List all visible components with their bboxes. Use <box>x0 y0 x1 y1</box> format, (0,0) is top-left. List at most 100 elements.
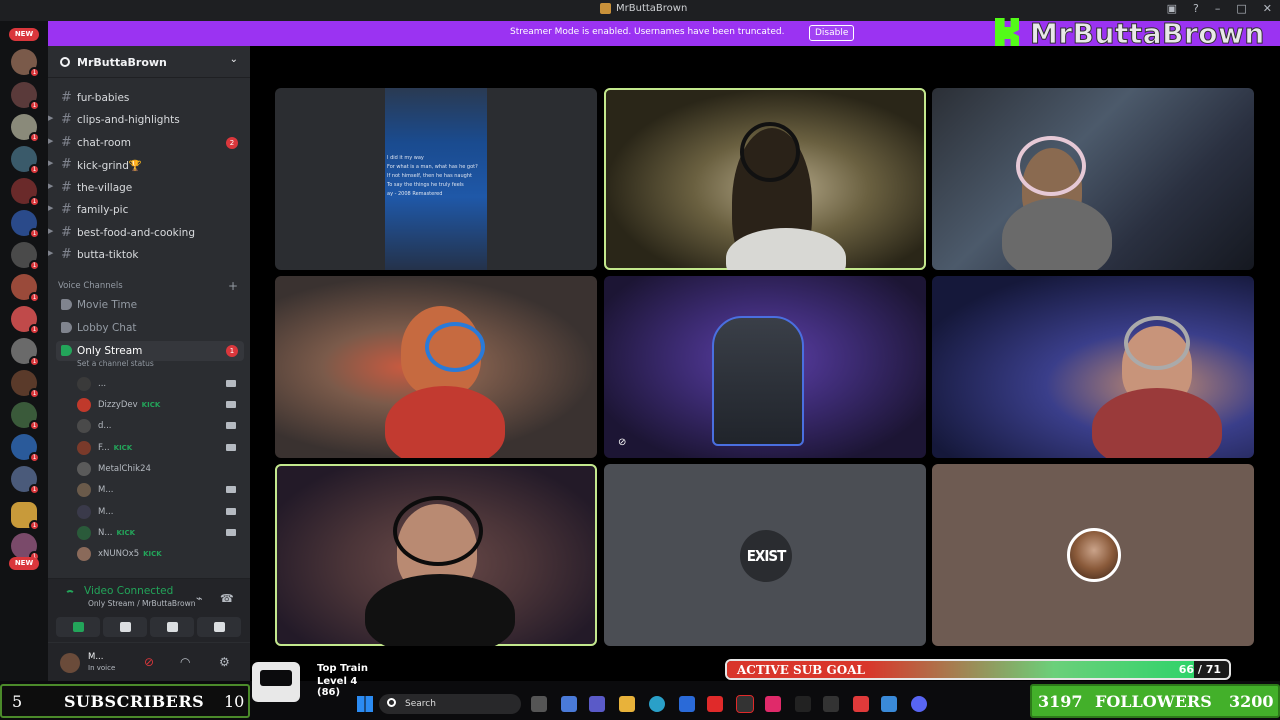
voice-user[interactable]: xNUNOx5 KICK <box>76 544 242 564</box>
teams-icon[interactable] <box>589 696 605 712</box>
server-icon[interactable]: 1 <box>11 370 40 399</box>
voice-user[interactable]: DizzyDev KICK <box>76 395 242 415</box>
camera-toggle-button[interactable] <box>56 617 100 637</box>
youtube-icon[interactable] <box>707 696 723 712</box>
disable-streamer-mode-button[interactable]: Disable <box>809 25 855 41</box>
help-icon[interactable]: ? <box>1193 2 1199 15</box>
voice-channel-only-stream[interactable]: Only Stream 1 <box>56 341 244 361</box>
voice-user[interactable]: ... <box>76 374 242 394</box>
app-icon[interactable] <box>853 696 869 712</box>
gear-icon[interactable]: ⚙ <box>219 655 230 669</box>
video-tile-participant[interactable] <box>604 88 926 270</box>
avatar <box>77 462 91 476</box>
subs-current: 5 <box>12 692 23 711</box>
server-icon[interactable]: 1 <box>11 466 40 495</box>
channel-kick-grind[interactable]: ▶ # kick-grind🏆 <box>48 155 244 175</box>
voice-channel-lobby-chat[interactable]: Lobby Chat <box>56 318 244 338</box>
headset-icon <box>425 322 485 372</box>
edge-icon[interactable] <box>649 696 665 712</box>
server-icon[interactable]: 1 <box>11 114 40 143</box>
file-explorer-icon[interactable] <box>619 696 635 712</box>
active-sub-goal-bar: ACTIVE SUB GOAL 66 / 71 <box>725 659 1231 680</box>
task-view-icon[interactable] <box>531 696 547 712</box>
minimize-icon[interactable]: – <box>1215 2 1221 15</box>
server-icon[interactable]: 1 <box>11 434 40 463</box>
server-icon[interactable]: 1 <box>11 178 40 207</box>
server-icon[interactable]: 1 <box>11 82 40 111</box>
server-icon[interactable]: 1 <box>11 533 40 562</box>
voice-user[interactable]: d... <box>76 416 242 436</box>
close-icon[interactable]: ✕ <box>1263 2 1272 15</box>
disconnect-icon[interactable]: ☎ <box>220 592 234 605</box>
headphones-icon[interactable]: ◠ <box>180 655 190 669</box>
obs-icon[interactable] <box>736 695 754 713</box>
exist-avatar: EXIST <box>740 530 792 582</box>
voice-user-name: F... KICK <box>98 443 133 453</box>
server-header[interactable]: MrButtaBrown ⌄ <box>48 46 250 78</box>
copilot-icon[interactable] <box>561 696 577 712</box>
screen-share-button[interactable] <box>103 617 147 637</box>
server-icon[interactable]: 1 <box>11 242 40 271</box>
channel-chat-room[interactable]: ▶ # chat-room 2 <box>48 133 244 153</box>
channel-fur-babies[interactable]: # fur-babies <box>56 88 244 108</box>
maximize-icon[interactable]: □ <box>1236 2 1246 15</box>
server-icon[interactable]: 1 <box>11 146 40 175</box>
store-icon[interactable] <box>679 696 695 712</box>
server-icon[interactable]: 1 <box>11 338 40 367</box>
video-tile-participant[interactable] <box>932 276 1254 458</box>
tiktok-icon[interactable] <box>765 696 781 712</box>
screen-share-lyrics: I did it my way For what is a man, what … <box>387 155 478 197</box>
hash-icon: # <box>61 225 72 240</box>
noise-suppression-icon[interactable]: ⌁ <box>196 592 203 605</box>
voice-user[interactable]: F... KICK <box>76 438 242 458</box>
server-icon[interactable]: 1 <box>11 502 40 531</box>
voice-category-header[interactable]: Voice Channels <box>58 281 123 291</box>
soundboard-button[interactable] <box>197 617 241 637</box>
headset-icon <box>1124 316 1190 370</box>
voice-user[interactable]: MetalChik24 <box>76 459 242 479</box>
channel-status-hint[interactable]: Set a channel status <box>77 359 154 368</box>
server-icon[interactable]: 1 <box>11 274 40 303</box>
steam-icon[interactable] <box>795 696 811 712</box>
voice-status[interactable]: Video Connected <box>84 585 173 597</box>
video-tile-participant[interactable] <box>932 88 1254 270</box>
kick-tag: KICK <box>143 550 162 558</box>
chevron-down-icon: ⌄ <box>229 54 238 65</box>
video-tile-participant[interactable] <box>932 464 1254 646</box>
server-icon[interactable]: 1 <box>11 210 40 239</box>
app-icon[interactable] <box>881 696 897 712</box>
channel-butta-tiktok[interactable]: ▶ # butta-tiktok <box>48 245 244 265</box>
gaming-chair-image <box>712 316 804 446</box>
channel-clips-and-highlights[interactable]: ▶ # clips-and-highlights <box>48 110 244 130</box>
voice-channel-movie-time[interactable]: Movie Time <box>56 295 244 315</box>
channel-family-pic[interactable]: ▶ # family-pic <box>48 200 244 220</box>
voice-user[interactable]: N... KICK <box>76 523 242 543</box>
inbox-icon[interactable]: ▣ <box>1167 2 1177 15</box>
video-tile-participant[interactable] <box>275 464 597 646</box>
video-tile-participant[interactable]: ⊘ <box>604 276 926 458</box>
channel-label: kick-grind🏆 <box>77 160 142 172</box>
discord-icon[interactable] <box>911 696 927 712</box>
voice-user[interactable]: M... <box>76 502 242 522</box>
video-tile-participant[interactable]: EXIST <box>604 464 926 646</box>
server-icon[interactable]: 1 <box>11 306 40 335</box>
taskbar-search[interactable]: Search <box>379 694 521 714</box>
game-icon[interactable] <box>823 696 839 712</box>
server-icon[interactable]: 1 <box>11 402 40 431</box>
video-tile-screen-share[interactable]: I did it my way For what is a man, what … <box>275 88 597 270</box>
channel-the-village[interactable]: ▶ # the-village <box>48 178 244 198</box>
channel-best-food-and-cooking[interactable]: ▶ # best-food-and-cooking <box>48 223 244 243</box>
subscriber-goal-bar: 5 SUBSCRIBERS 10 <box>0 684 250 718</box>
channel-label: clips-and-highlights <box>77 114 180 126</box>
voice-user[interactable]: M... <box>76 480 242 500</box>
hash-icon: # <box>61 90 72 105</box>
server-icon[interactable]: 1 <box>11 49 40 78</box>
video-tile-participant[interactable] <box>275 276 597 458</box>
kick-tag: KICK <box>141 401 161 409</box>
camera-icon <box>226 422 236 429</box>
windows-start-icon[interactable] <box>357 696 373 712</box>
avatar[interactable] <box>60 653 80 673</box>
activities-button[interactable] <box>150 617 194 637</box>
mute-mic-icon[interactable]: ⊘ <box>144 655 154 669</box>
add-channel-icon[interactable]: + <box>228 279 238 293</box>
